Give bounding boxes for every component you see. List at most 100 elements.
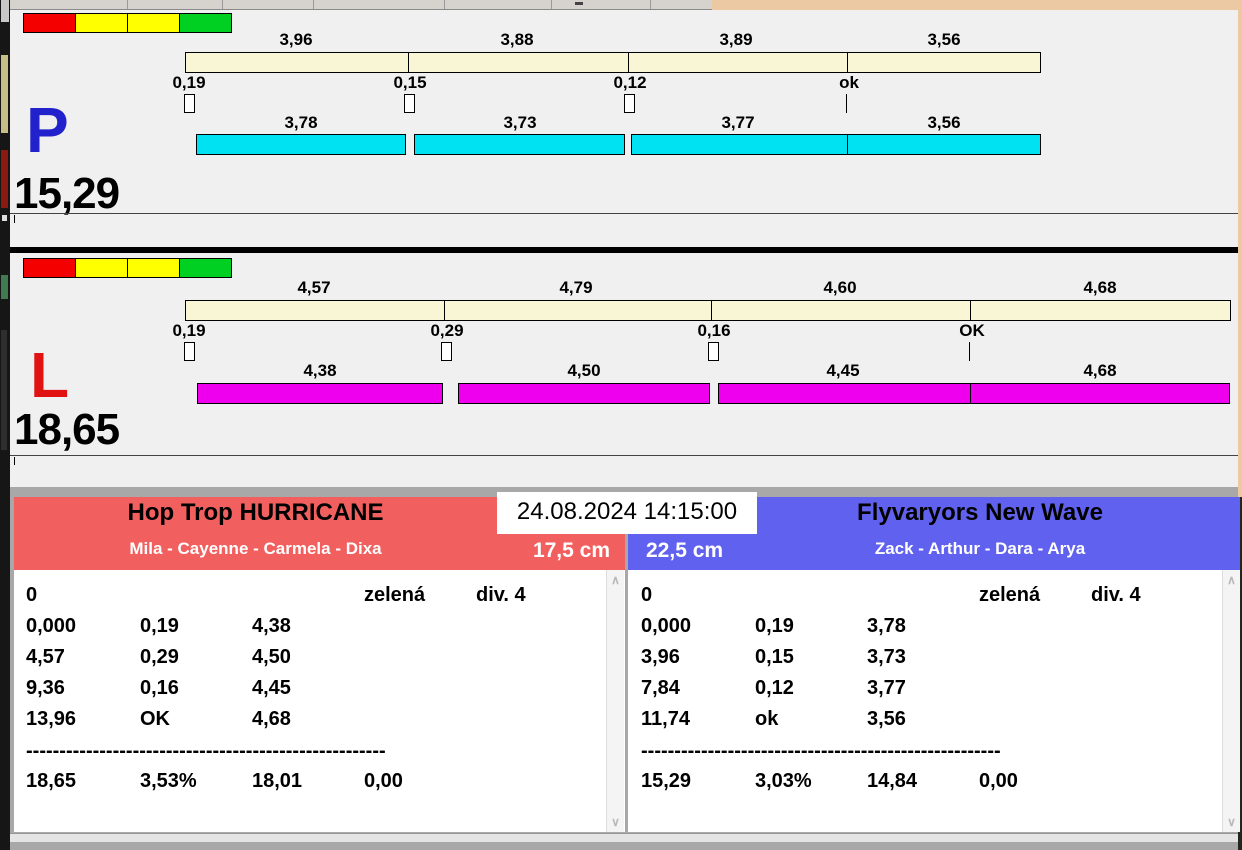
run-log-left[interactable]: 0 zelená div. 4 0,000 0,19 4,38 4,57 0,2… bbox=[14, 570, 625, 832]
split-label: 4,79 bbox=[559, 278, 593, 297]
ok-marker bbox=[846, 94, 847, 113]
split-label: 3,89 bbox=[719, 30, 753, 49]
changeover-label: 0,12 bbox=[613, 73, 647, 92]
log-cell: 0,16 bbox=[140, 677, 179, 699]
bar-divider bbox=[711, 301, 712, 320]
split-bar-segment bbox=[718, 383, 1230, 404]
team-name: Hop Trop HURRICANE bbox=[127, 499, 384, 526]
toolbar-divider bbox=[127, 0, 128, 9]
split-label: 3,88 bbox=[500, 30, 534, 49]
team-dogs: Zack - Arthur - Dara - Arya bbox=[874, 539, 1086, 558]
log-cell: 0,19 bbox=[755, 615, 794, 637]
log-cell: 3,53% bbox=[140, 770, 197, 792]
bar-divider bbox=[444, 301, 445, 320]
scrollbar[interactable]: ∧ ∨ bbox=[1222, 570, 1240, 832]
start-light-yellow-2 bbox=[127, 258, 180, 278]
log-cell: zelená bbox=[979, 584, 1041, 606]
bar-divider bbox=[847, 135, 848, 154]
lane-separator-bar bbox=[10, 247, 1238, 253]
split-bar-segment bbox=[631, 134, 1041, 155]
changeover-label: 0,16 bbox=[697, 321, 731, 340]
log-cell: 13,96 bbox=[26, 708, 77, 730]
scrollbar[interactable]: ∧ ∨ bbox=[606, 570, 624, 832]
background-window-edge bbox=[0, 0, 10, 850]
start-light-yellow-1 bbox=[75, 258, 128, 278]
log-cell: ok bbox=[755, 708, 779, 730]
log-cell: 0 bbox=[641, 584, 653, 606]
log-cell: 0,000 bbox=[26, 615, 77, 637]
bar-divider bbox=[408, 53, 409, 72]
edge-fragment bbox=[1, 330, 7, 450]
edge-fragment bbox=[1, 55, 8, 133]
edge-fragment bbox=[1, 0, 9, 22]
split-label: 3,73 bbox=[503, 113, 537, 132]
split-bar-segment bbox=[197, 383, 443, 404]
log-cell: 18,65 bbox=[26, 770, 77, 792]
start-light-yellow-2 bbox=[127, 13, 180, 33]
split-label: 4,45 bbox=[826, 361, 860, 380]
log-cell: 4,57 bbox=[26, 646, 65, 668]
log-cell: 3,78 bbox=[867, 615, 906, 637]
clock-display: 24.08.2024 14:15:00 bbox=[497, 492, 757, 534]
log-cell: 0,29 bbox=[140, 646, 179, 668]
window-top-edge bbox=[10, 0, 712, 10]
ok-marker bbox=[969, 342, 970, 361]
toolbar-divider bbox=[551, 0, 552, 9]
log-cell: 3,77 bbox=[867, 677, 906, 699]
changeover-label: 0,19 bbox=[172, 321, 206, 340]
log-divider: ----------------------------------------… bbox=[26, 740, 386, 762]
window-frame-top bbox=[712, 0, 1242, 10]
edge-fragment bbox=[1, 150, 8, 208]
toolbar-divider bbox=[444, 0, 445, 9]
log-cell: 0,12 bbox=[755, 677, 794, 699]
scroll-up-icon[interactable]: ∧ bbox=[1223, 573, 1240, 587]
scroll-down-icon[interactable]: ∨ bbox=[607, 815, 624, 829]
log-cell: 0,00 bbox=[364, 770, 403, 792]
log-cell: 0 bbox=[26, 584, 38, 606]
run-log-right[interactable]: 0 zelená div. 4 0,000 0,19 3,78 3,96 0,1… bbox=[628, 570, 1240, 832]
changeover-marker bbox=[184, 94, 195, 113]
log-cell: 0,000 bbox=[641, 615, 692, 637]
changeover-marker bbox=[441, 342, 452, 361]
log-cell: 14,84 bbox=[867, 770, 918, 792]
changeover-label: 0,19 bbox=[172, 73, 206, 92]
log-cell: zelená bbox=[364, 584, 426, 606]
log-cell: div. 4 bbox=[1091, 584, 1141, 606]
team-name: Flyvaryors New Wave bbox=[857, 499, 1103, 526]
start-light-tree bbox=[23, 258, 232, 278]
split-label: 3,96 bbox=[279, 30, 313, 49]
log-cell: div. 4 bbox=[476, 584, 526, 606]
split-label: 4,57 bbox=[297, 278, 331, 297]
changeover-label: 0,29 bbox=[430, 321, 464, 340]
split-label: 4,60 bbox=[823, 278, 857, 297]
panel-separator-line bbox=[10, 213, 1238, 214]
start-light-red bbox=[23, 13, 76, 33]
log-cell: 4,38 bbox=[252, 615, 291, 637]
app-window: 3,96 3,88 3,89 3,56 0,19 0,15 0,12 ok 3,… bbox=[0, 0, 1242, 850]
split-label: 4,68 bbox=[1083, 361, 1117, 380]
toolbar-divider bbox=[650, 0, 651, 9]
window-bottom-panel bbox=[10, 833, 1238, 842]
split-bar-segment bbox=[196, 134, 406, 155]
scroll-up-icon[interactable]: ∧ bbox=[607, 573, 624, 587]
bar-divider bbox=[970, 384, 971, 403]
bar-divider bbox=[847, 53, 848, 72]
lane-total-time: 18,65 bbox=[14, 405, 120, 454]
split-label: 3,56 bbox=[927, 30, 961, 49]
scroll-down-icon[interactable]: ∨ bbox=[1223, 815, 1240, 829]
log-cell: 0,15 bbox=[755, 646, 794, 668]
log-cell: OK bbox=[140, 708, 170, 730]
log-cell: 7,84 bbox=[641, 677, 680, 699]
lane-total-time: 15,29 bbox=[14, 169, 120, 218]
log-cell: 18,01 bbox=[252, 770, 303, 792]
lane-letter: P bbox=[26, 94, 69, 166]
bar-divider bbox=[628, 53, 629, 72]
split-bar-segment bbox=[414, 134, 625, 155]
changeover-marker bbox=[624, 94, 635, 113]
changeover-marker bbox=[404, 94, 415, 113]
log-cell: 4,50 bbox=[252, 646, 291, 668]
split-label: 3,77 bbox=[721, 113, 755, 132]
log-cell: 3,56 bbox=[867, 708, 906, 730]
split-label: 3,56 bbox=[927, 113, 961, 132]
split-bar-top bbox=[185, 52, 1041, 73]
